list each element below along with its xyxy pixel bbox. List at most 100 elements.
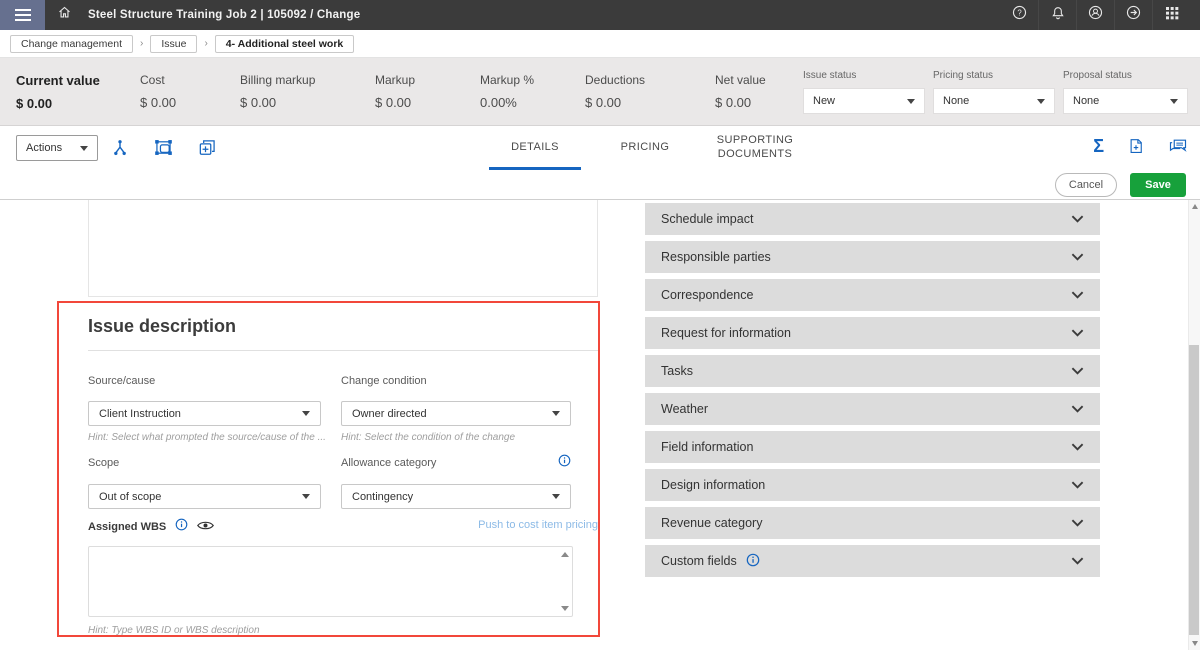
dropdown-caret-icon (302, 494, 310, 499)
actions-button[interactable]: Actions (16, 135, 98, 161)
metric-markup-percent: Markup % 0.00% (480, 58, 585, 125)
description-box-partial[interactable] (88, 200, 598, 297)
metric-markup: Markup $ 0.00 (375, 58, 480, 125)
scope-label: Scope (88, 457, 119, 469)
scrollbar-thumb[interactable] (1189, 345, 1199, 635)
main-content: Issue description Source/cause Change co… (0, 200, 1200, 650)
section-request-for-information[interactable]: Request for information (645, 317, 1100, 349)
section-correspondence[interactable]: Correspondence (645, 279, 1100, 311)
chevron-down-icon (1071, 438, 1084, 456)
vertical-scrollbar[interactable] (1188, 200, 1200, 650)
comments-icon[interactable] (1168, 136, 1188, 156)
chevron-down-icon (1071, 210, 1084, 228)
section-weather[interactable]: Weather (645, 393, 1100, 425)
add-note-icon[interactable] (1127, 137, 1145, 155)
scrollbar-up-icon[interactable] (1192, 204, 1198, 209)
sum-sigma-icon[interactable]: Σ (1093, 137, 1104, 155)
tab-pricing[interactable]: PRICING (590, 126, 700, 170)
chevron-down-icon (1071, 552, 1084, 570)
section-revenue-category[interactable]: Revenue category (645, 507, 1100, 539)
section-tasks[interactable]: Tasks (645, 355, 1100, 387)
launch-button[interactable] (1114, 0, 1152, 30)
section-custom-fields[interactable]: Custom fields (645, 545, 1100, 577)
scope-select[interactable]: Out of scope (88, 484, 321, 509)
assigned-wbs-label-row: Assigned WBS (88, 518, 214, 536)
svg-text:?: ? (1017, 8, 1022, 17)
source-cause-label: Source/cause (88, 375, 155, 387)
hamburger-menu-button[interactable] (0, 0, 45, 30)
allowance-category-label-row: Allowance category (341, 454, 571, 472)
hamburger-menu-icon (15, 14, 31, 16)
arrow-circle-icon (1125, 4, 1142, 26)
assigned-wbs-hint: Hint: Type WBS ID or WBS description (88, 625, 260, 636)
chevron-down-icon (1071, 324, 1084, 342)
breadcrumb-current-item[interactable]: 4- Additional steel work (215, 35, 354, 53)
title-divider (88, 350, 598, 351)
metric-deductions: Deductions $ 0.00 (585, 58, 715, 125)
tab-bar: DETAILS PRICING SUPPORTING DOCUMENTS (480, 126, 810, 170)
dropdown-caret-icon (907, 99, 915, 104)
support-button[interactable] (1076, 0, 1114, 30)
assigned-wbs-label: Assigned WBS (88, 521, 166, 533)
apps-grid-icon (1164, 5, 1180, 26)
workflow-icon[interactable] (110, 138, 130, 158)
assigned-wbs-input[interactable] (88, 546, 573, 617)
section-field-information[interactable]: Field information (645, 431, 1100, 463)
toolbar: Actions DETAILS PRICING SUPPORTING DOCUM… (0, 126, 1200, 170)
app-title: Steel Structure Training Job 2 | 105092 … (88, 9, 360, 21)
breadcrumb-separator (140, 38, 143, 49)
push-to-cost-item-pricing-link[interactable]: Push to cost item pricing (341, 519, 598, 531)
tab-details[interactable]: DETAILS (480, 126, 590, 170)
app-window: Steel Structure Training Job 2 | 105092 … (0, 0, 1200, 650)
change-condition-select[interactable]: Owner directed (341, 401, 571, 426)
section-responsible-parties[interactable]: Responsible parties (645, 241, 1100, 273)
form-action-row: Cancel Save (0, 170, 1200, 200)
duplicate-icon[interactable] (197, 138, 217, 158)
notifications-button[interactable] (1038, 0, 1076, 30)
change-condition-label: Change condition (341, 375, 427, 387)
help-icon: ? (1011, 4, 1028, 26)
dropdown-caret-icon (552, 494, 560, 499)
scrollbar-down-icon[interactable] (1192, 641, 1198, 646)
home-button[interactable] (57, 5, 72, 25)
chevron-down-icon (1071, 248, 1084, 266)
markup-frame-icon[interactable] (153, 137, 174, 158)
dropdown-caret-icon (80, 146, 88, 151)
metric-cost: Cost $ 0.00 (140, 58, 240, 125)
toolbar-right-icons: Σ (1093, 136, 1188, 156)
info-icon[interactable] (175, 518, 188, 536)
dropdown-caret-icon (302, 411, 310, 416)
summary-band: Current value $ 0.00 Cost $ 0.00 Billing… (0, 58, 1200, 126)
proposal-status-select[interactable]: None (1063, 88, 1188, 114)
allowance-category-label: Allowance category (341, 457, 436, 469)
dropdown-caret-icon (1037, 99, 1045, 104)
allowance-category-select[interactable]: Contingency (341, 484, 571, 509)
dropdown-caret-icon (552, 411, 560, 416)
breadcrumb-issue[interactable]: Issue (150, 35, 197, 53)
chevron-down-icon (1071, 514, 1084, 532)
pricing-status-select[interactable]: None (933, 88, 1055, 114)
issue-status-select[interactable]: New (803, 88, 925, 114)
dropdown-caret-icon (1170, 99, 1178, 104)
details-sidebar: Schedule impact Responsible parties Corr… (645, 203, 1100, 583)
assigned-wbs-field (88, 546, 573, 617)
source-cause-select[interactable]: Client Instruction (88, 401, 321, 426)
metric-current-value: Current value $ 0.00 (16, 58, 140, 125)
toolbar-left-icons (110, 137, 217, 158)
breadcrumb-change-management[interactable]: Change management (10, 35, 133, 53)
source-cause-hint: Hint: Select what prompted the source/ca… (88, 432, 326, 443)
cancel-button[interactable]: Cancel (1055, 173, 1117, 197)
help-button[interactable]: ? (1000, 0, 1038, 30)
apps-button[interactable] (1152, 0, 1190, 30)
info-icon[interactable] (558, 454, 571, 472)
metric-billing-markup: Billing markup $ 0.00 (240, 58, 375, 125)
breadcrumb-separator (204, 38, 207, 49)
section-design-information[interactable]: Design information (645, 469, 1100, 501)
eye-icon[interactable] (197, 518, 214, 536)
section-schedule-impact[interactable]: Schedule impact (645, 203, 1100, 235)
chevron-down-icon (1071, 400, 1084, 418)
tab-supporting-documents[interactable]: SUPPORTING DOCUMENTS (700, 126, 810, 170)
issue-status-group: Issue status New (803, 58, 933, 125)
save-button[interactable]: Save (1130, 173, 1186, 197)
info-icon[interactable] (746, 553, 760, 570)
